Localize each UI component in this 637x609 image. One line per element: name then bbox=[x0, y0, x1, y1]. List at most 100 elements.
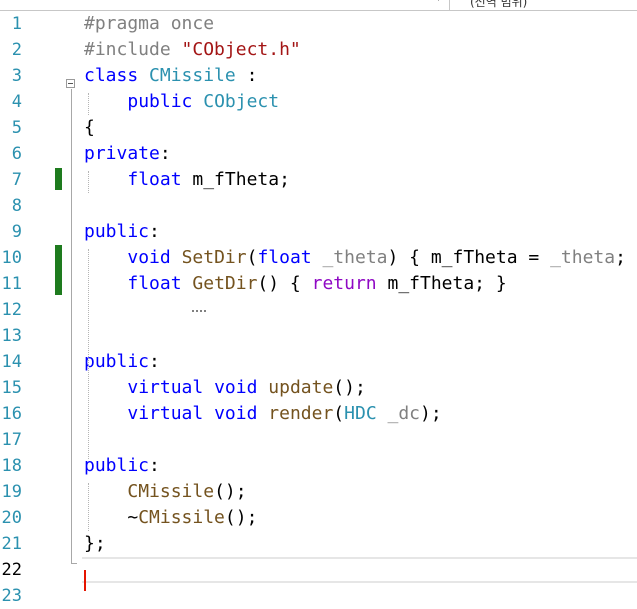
code-text[interactable]: float GetDir() { return m_fTheta; } bbox=[84, 271, 507, 297]
code-line[interactable]: 4 public CObject bbox=[0, 89, 637, 115]
code-text[interactable]: CMissile(); bbox=[84, 479, 247, 505]
code-line[interactable]: 21}; bbox=[0, 531, 637, 557]
code-line[interactable]: 18 public: bbox=[0, 453, 637, 479]
code-text[interactable]: #pragma once bbox=[84, 11, 214, 37]
line-number: 7 bbox=[11, 170, 22, 190]
code-token: (); bbox=[214, 481, 247, 502]
code-line[interactable]: 12 bbox=[0, 297, 637, 323]
code-line[interactable]: 5{ bbox=[0, 115, 637, 141]
code-token: : bbox=[159, 143, 171, 164]
code-line[interactable]: 13 bbox=[0, 323, 637, 349]
code-token: ); bbox=[420, 403, 442, 424]
code-token: }; bbox=[84, 533, 106, 554]
code-line[interactable]: 7 float m_fTheta; bbox=[0, 167, 637, 193]
member-dropdown-arrow-icon[interactable]: ▾ bbox=[436, 0, 441, 4]
code-token: float bbox=[127, 169, 182, 190]
code-text[interactable]: void SetDir(float _theta) { m_fTheta = _… bbox=[84, 245, 637, 271]
code-token: : bbox=[149, 351, 160, 372]
code-line[interactable]: 3 class CMissile : bbox=[0, 63, 637, 89]
code-token: : bbox=[235, 65, 258, 86]
code-text[interactable]: virtual void update(); bbox=[84, 375, 366, 401]
code-token: () { bbox=[257, 273, 312, 294]
indent-guide bbox=[88, 483, 89, 531]
code-line[interactable]: 11 float GetDir() { return m_fTheta; } bbox=[0, 271, 637, 297]
line-number: 23 bbox=[1, 586, 22, 606]
editor-navigation-bar: ▾ (전역 범위) bbox=[0, 0, 637, 11]
code-token: CObject bbox=[203, 91, 280, 112]
line-number: 21 bbox=[1, 534, 22, 554]
code-editor[interactable]: 23 22 21}; 20 ~CMissile(); 19 CMissile(); 18 p… bbox=[0, 11, 637, 609]
code-token: void bbox=[214, 403, 258, 424]
code-line[interactable]: 20 ~CMissile(); bbox=[0, 505, 637, 531]
line-number: 16 bbox=[1, 404, 22, 424]
code-line[interactable]: 22 bbox=[0, 557, 637, 583]
code-token: public bbox=[127, 91, 193, 112]
line-number: 5 bbox=[11, 118, 22, 138]
change-marker-line-7 bbox=[55, 168, 62, 190]
code-line[interactable]: 8 bbox=[0, 193, 637, 219]
fold-region-end bbox=[71, 563, 77, 564]
code-line[interactable]: 15 virtual void update(); bbox=[0, 375, 637, 401]
code-token: : bbox=[149, 455, 160, 476]
code-token: SetDir bbox=[181, 247, 247, 268]
code-token: update bbox=[268, 377, 334, 398]
code-token: (); bbox=[333, 377, 366, 398]
code-token: CMissile bbox=[127, 481, 215, 502]
code-line[interactable]: 9 public: bbox=[0, 219, 637, 245]
code-text[interactable]: class CMissile : bbox=[84, 63, 257, 89]
collapse-region-icon[interactable] bbox=[66, 79, 75, 88]
code-token: public bbox=[84, 455, 150, 476]
code-token: m_fTheta; bbox=[181, 169, 290, 190]
code-line[interactable]: 14 public: bbox=[0, 349, 637, 375]
code-text[interactable]: float m_fTheta; bbox=[84, 167, 290, 193]
code-line[interactable]: 1 #pragma once bbox=[0, 11, 637, 37]
text-cursor bbox=[84, 570, 86, 591]
code-token: HDC bbox=[344, 403, 377, 424]
code-token: m_fTheta; } bbox=[376, 273, 507, 294]
code-line[interactable]: 2 #include "CObject.h" bbox=[0, 37, 637, 63]
code-text[interactable]: ~CMissile(); bbox=[84, 505, 257, 531]
line-number: 9 bbox=[11, 222, 22, 242]
code-text[interactable]: public: bbox=[84, 453, 160, 479]
code-token: render bbox=[268, 403, 334, 424]
code-token: : bbox=[149, 221, 160, 242]
code-text[interactable]: public CObject bbox=[84, 89, 279, 115]
code-text[interactable]: public: bbox=[84, 349, 160, 375]
code-line[interactable]: 10 void SetDir(float _theta) { m_fTheta … bbox=[0, 245, 637, 271]
code-token: ; } bbox=[615, 247, 637, 268]
line-number: 22 bbox=[1, 560, 22, 580]
code-line[interactable]: 6 private: bbox=[0, 141, 637, 167]
code-text[interactable]: #include "CObject.h" bbox=[84, 37, 301, 63]
code-token: _theta bbox=[322, 247, 388, 268]
code-text[interactable]: }; bbox=[84, 531, 106, 557]
code-text[interactable]: private: bbox=[84, 141, 171, 167]
code-token: #include bbox=[84, 39, 182, 60]
scope-dropdown[interactable]: (전역 범위) bbox=[470, 0, 527, 10]
code-text[interactable]: virtual void render(HDC _dc); bbox=[84, 401, 442, 427]
code-token: ( bbox=[246, 247, 258, 268]
code-token: float bbox=[257, 247, 312, 268]
code-line[interactable]: 16 virtual void render(HDC _dc); bbox=[0, 401, 637, 427]
code-line[interactable]: 19 CMissile(); bbox=[0, 479, 637, 505]
code-line[interactable]: 23 bbox=[0, 583, 637, 609]
change-marker-lines-10-11 bbox=[55, 245, 62, 295]
code-line[interactable]: 17 bbox=[0, 427, 637, 453]
code-text[interactable]: public: bbox=[84, 219, 160, 245]
intellisense-suggestion-squiggle bbox=[192, 308, 206, 312]
line-number: 20 bbox=[1, 508, 22, 528]
code-token: ~ bbox=[84, 507, 139, 528]
code-text[interactable]: { bbox=[84, 115, 95, 141]
line-number: 18 bbox=[1, 456, 22, 476]
